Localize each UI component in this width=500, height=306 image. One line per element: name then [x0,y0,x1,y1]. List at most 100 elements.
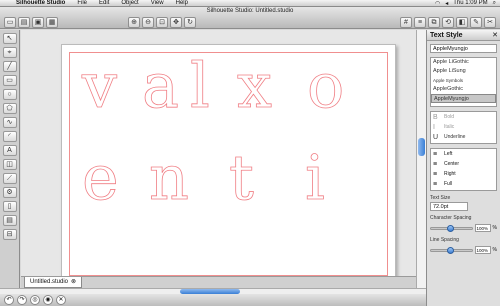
line-tool-icon[interactable]: ╱ [2,61,17,72]
polygon-tool-icon[interactable]: ⬠ [2,103,17,114]
transform-icon[interactable]: ⟲ [442,17,454,28]
rectangle-tool-icon[interactable]: ▭ [2,75,17,86]
panel-header: Text Style ✕ [427,30,500,41]
redo-icon[interactable]: ↷ [17,295,27,305]
zoom-out-icon[interactable]: ⊖ [142,17,154,28]
menu-file[interactable]: File [71,0,93,6]
line-spacing-knob[interactable] [447,246,455,254]
fill-color-icon[interactable]: ◧ [456,17,468,28]
document-tab[interactable]: Untitled.studio ⊗ [24,277,83,288]
ellipse-tool-icon[interactable]: ○ [2,89,17,100]
text-glyph-e[interactable]: e [82,146,119,209]
font-list-item[interactable]: AppleGothic [431,85,496,94]
text-glyph-o[interactable]: o [307,54,345,117]
eraser-tool-icon[interactable]: ◫ [2,159,17,170]
undo-icon[interactable]: ↶ [4,295,14,305]
page-setup-icon[interactable]: ▯ [2,201,17,212]
grid-icon[interactable]: # [400,17,412,28]
font-list-item-selected[interactable]: AppleMyungjo [431,94,496,103]
new-doc-icon[interactable]: ▭ [4,17,16,28]
menu-bar: Silhouette Studio File Edit Object View … [0,0,500,7]
align-right-option[interactable]: ≡ Right [431,169,496,179]
bold-label: Bold [444,114,455,120]
font-list-item[interactable]: Apple LiGothic [431,58,496,67]
align-left-option[interactable]: ≡ Left [431,149,496,159]
text-glyph-i[interactable]: i [305,146,326,209]
panel-title: Text Style [430,31,463,39]
text-style-panel: Text Style ✕ AppleMyungjo Apple LiGothic… [426,30,500,306]
window-title: Silhouette Studio: Untitled.studio [206,8,294,14]
select-tool-icon[interactable]: ↖ [2,33,17,44]
menu-edit[interactable]: Edit [93,0,115,6]
bold-icon: B [433,113,438,121]
char-spacing-knob[interactable] [447,224,455,232]
font-list[interactable]: Apple LiGothic Apple LiSung Apple Symbol… [430,57,497,107]
menu-view[interactable]: View [145,0,170,6]
ungroup-icon[interactable]: ◉ [43,295,53,305]
font-list-item[interactable]: Apple Symbols [431,76,496,85]
save-icon[interactable]: ▣ [32,17,44,28]
cutting-mat-page[interactable]: v a l x o e n t i [61,44,396,284]
replicate-icon[interactable]: ⧉ [428,17,440,28]
menu-object[interactable]: Object [115,0,144,6]
text-size-input[interactable]: 72.0pt [430,202,468,211]
knife-tool-icon[interactable]: ⟋ [2,173,17,184]
char-spacing-input[interactable]: 100% [474,224,491,232]
pan-icon[interactable]: ✥ [170,17,182,28]
percent-sign: % [492,225,497,231]
text-glyph-n[interactable]: n [149,146,190,209]
redraw-icon[interactable]: ↻ [184,17,196,28]
line-color-icon[interactable]: ✎ [470,17,482,28]
clock[interactable]: Thu 1:09 PM [453,0,487,6]
document-tab-label: Untitled.studio [30,279,69,285]
group-icon[interactable]: ◎ [30,295,40,305]
volume-icon[interactable]: ◂ [445,0,448,7]
text-glyph-x[interactable]: x [237,54,273,117]
text-glyph-a[interactable]: a [142,54,180,117]
align-icon[interactable]: ≡ [414,17,426,28]
zoom-fit-icon[interactable]: ⊡ [156,17,168,28]
text-tool-icon[interactable]: A [2,145,17,156]
bold-option[interactable]: B Bold [431,112,496,122]
text-glyph-t[interactable]: t [229,146,255,209]
italic-label: Italic [444,124,455,130]
align-right-label: Right [444,171,456,177]
spotlight-icon[interactable]: ⌕ [493,0,496,7]
line-spacing-input[interactable]: 100% [474,246,491,254]
open-folder-icon[interactable]: ▤ [18,17,30,28]
align-center-option[interactable]: ≡ Center [431,159,496,169]
underline-label: Underline [444,134,466,140]
font-list-item[interactable]: Apple LiSung [431,67,496,76]
underline-option[interactable]: U Underline [431,132,496,142]
zoom-in-icon[interactable]: ⊕ [128,17,140,28]
store-icon[interactable]: ⊟ [2,229,17,240]
italic-option[interactable]: I Italic [431,122,496,132]
text-glyph-v[interactable]: v [82,54,118,117]
font-name-field[interactable]: AppleMyungjo [430,44,497,53]
work-area[interactable]: v a l x o e n t i [21,30,416,290]
text-glyph-l[interactable]: l [190,54,211,117]
tool-strip: ↖ ⌖ ╱ ▭ ○ ⬠ ∿ ◜ A ◫ ⟋ ⚙ ▯ ▤ ⊟ [0,30,20,306]
vertical-scroll-thumb[interactable] [418,138,425,156]
curve-tool-icon[interactable]: ∿ [2,117,17,128]
menu-help[interactable]: Help [170,0,194,6]
cut-settings-icon[interactable]: ⚙ [2,187,17,198]
line-spacing-slider[interactable] [430,246,473,254]
wifi-icon[interactable]: ◠ [435,0,440,7]
char-spacing-slider[interactable] [430,224,473,232]
align-full-icon: ≡ [433,180,438,188]
text-styles-box: B Bold I Italic U Underline [430,111,497,144]
menu-app[interactable]: Silhouette Studio [10,0,71,6]
close-tab-icon[interactable]: ⊗ [71,277,76,287]
delete-icon[interactable]: ✕ [56,295,66,305]
align-full-option[interactable]: ≡ Full [431,179,496,189]
close-panel-icon[interactable]: ✕ [492,31,500,39]
arc-tool-icon[interactable]: ◜ [2,131,17,142]
library-icon[interactable]: ▤ [2,215,17,226]
vertical-scrollbar[interactable] [416,30,426,290]
edit-points-icon[interactable]: ⌖ [2,47,17,58]
align-right-icon: ≡ [433,170,438,178]
send-to-cutter-icon[interactable]: ✂ [484,17,496,28]
print-icon[interactable]: ▦ [46,17,58,28]
align-full-label: Full [444,181,453,187]
